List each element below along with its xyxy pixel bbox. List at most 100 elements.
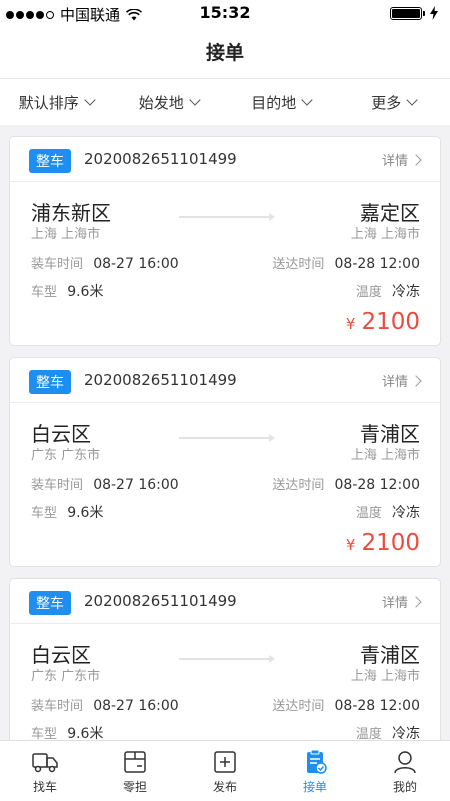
origin-district: 白云区: [31, 418, 91, 447]
filter-destination[interactable]: 目的地: [225, 79, 338, 125]
tab-ltl[interactable]: 零担: [90, 741, 180, 801]
filter-more[interactable]: 更多: [338, 79, 450, 125]
filter-label: 始发地: [139, 92, 184, 113]
vehicle-value: 9.6米: [67, 284, 103, 300]
temperature: 温度 冷冻: [356, 723, 420, 740]
temperature: 温度 冷冻: [356, 281, 420, 301]
chevron-right-icon: [410, 154, 421, 165]
delivery-time-label: 送达时间: [272, 699, 324, 714]
order-type-badge: 整车: [29, 591, 71, 615]
filter-bar: 默认排序 始发地 目的地 更多: [0, 79, 450, 125]
tab-profile[interactable]: 我的: [360, 741, 450, 801]
vehicle-type: 车型 9.6米: [31, 502, 103, 522]
route-arrow-icon: [179, 216, 273, 218]
tab-find-truck[interactable]: 找车: [0, 741, 90, 801]
destination-city: 上海 上海市: [351, 223, 420, 242]
order-card-header: 整车 2020082651101499 详情: [10, 358, 440, 403]
origin-city: 上海 上海市: [31, 223, 100, 242]
vehicle-value: 9.6米: [67, 726, 103, 740]
order-card[interactable]: 整车 2020082651101499 详情 白云区 广东 广东市 青浦区 上海…: [9, 578, 441, 740]
charging-icon: [430, 6, 438, 20]
battery-icon: [390, 7, 422, 20]
order-type-badge: 整车: [29, 370, 71, 394]
load-time: 装车时间 08-27 16:00: [31, 474, 179, 493]
order-number: 2020082651101499: [84, 371, 237, 389]
tab-label: 接单: [303, 778, 327, 795]
detail-label: 详情: [382, 150, 408, 169]
vehicle-label: 车型: [31, 506, 57, 521]
status-bar: 中国联通 15:32: [0, 0, 450, 26]
route-arrow-icon: [179, 437, 273, 439]
order-price: ¥2100: [346, 530, 420, 556]
filter-sort[interactable]: 默认排序: [0, 79, 113, 125]
vehicle-type: 车型 9.6米: [31, 281, 103, 301]
delivery-time: 送达时间 08-28 12:00: [272, 695, 420, 714]
order-number: 2020082651101499: [84, 150, 237, 168]
tab-label: 找车: [33, 778, 57, 795]
detail-link[interactable]: 详情: [382, 371, 420, 390]
tab-accept-orders[interactable]: 接单: [270, 741, 360, 801]
load-time-label: 装车时间: [31, 478, 83, 493]
detail-label: 详情: [382, 371, 408, 390]
destination-city: 上海 上海市: [351, 444, 420, 463]
filter-label: 更多: [371, 92, 401, 113]
load-time-value: 08-27 16:00: [93, 256, 178, 272]
order-card-header: 整车 2020082651101499 详情: [10, 579, 440, 624]
origin-district: 白云区: [31, 639, 91, 668]
load-time: 装车时间 08-27 16:00: [31, 695, 179, 714]
load-time-label: 装车时间: [31, 699, 83, 714]
origin-city: 广东 广东市: [31, 444, 100, 463]
delivery-time-value: 08-28 12:00: [335, 256, 420, 272]
temperature-value: 冷冻: [392, 726, 420, 740]
detail-label: 详情: [382, 592, 408, 611]
delivery-time-label: 送达时间: [272, 478, 324, 493]
tab-label: 我的: [393, 778, 417, 795]
price-amount: 2100: [361, 530, 420, 556]
plus-square-icon: [211, 749, 239, 775]
temperature-value: 冷冻: [392, 505, 420, 521]
order-number: 2020082651101499: [84, 592, 237, 610]
delivery-time-value: 08-28 12:00: [335, 698, 420, 714]
price-amount: 2100: [361, 309, 420, 335]
delivery-time: 送达时间 08-28 12:00: [272, 474, 420, 493]
chevron-down-icon: [84, 94, 95, 105]
load-time-value: 08-27 16:00: [93, 477, 178, 493]
temperature-label: 温度: [356, 506, 382, 521]
order-card-header: 整车 2020082651101499 详情: [10, 137, 440, 182]
destination-city: 上海 上海市: [351, 665, 420, 684]
truck-icon: [31, 749, 59, 775]
vehicle-type: 车型 9.6米: [31, 723, 103, 740]
chevron-right-icon: [410, 375, 421, 386]
currency-symbol: ¥: [346, 536, 356, 554]
clipboard-check-icon: [301, 749, 329, 775]
user-icon: [391, 749, 419, 775]
chevron-down-icon: [302, 94, 313, 105]
vehicle-label: 车型: [31, 727, 57, 740]
destination-district: 青浦区: [360, 639, 420, 668]
order-list[interactable]: 整车 2020082651101499 详情 浦东新区 上海 上海市 嘉定区 上…: [0, 125, 450, 740]
order-type-badge: 整车: [29, 149, 71, 173]
delivery-time: 送达时间 08-28 12:00: [272, 253, 420, 272]
detail-link[interactable]: 详情: [382, 592, 420, 611]
order-card[interactable]: 整车 2020082651101499 详情 白云区 广东 广东市 青浦区 上海…: [9, 357, 441, 567]
page-title: 接单: [0, 38, 450, 65]
load-time: 装车时间 08-27 16:00: [31, 253, 179, 272]
vehicle-label: 车型: [31, 285, 57, 300]
tab-label: 发布: [213, 778, 237, 795]
currency-symbol: ¥: [346, 315, 356, 333]
chevron-down-icon: [189, 94, 200, 105]
navigation-bar: 接单: [0, 26, 450, 79]
origin-district: 浦东新区: [31, 197, 111, 226]
tab-bar: 找车 零担 发布 接单 我的: [0, 740, 450, 801]
load-time-label: 装车时间: [31, 257, 83, 272]
temperature-label: 温度: [356, 285, 382, 300]
order-price: ¥2100: [346, 309, 420, 335]
status-time: 15:32: [0, 3, 450, 22]
detail-link[interactable]: 详情: [382, 150, 420, 169]
load-time-value: 08-27 16:00: [93, 698, 178, 714]
destination-district: 青浦区: [360, 418, 420, 447]
tab-publish[interactable]: 发布: [180, 741, 270, 801]
filter-origin[interactable]: 始发地: [113, 79, 226, 125]
order-card[interactable]: 整车 2020082651101499 详情 浦东新区 上海 上海市 嘉定区 上…: [9, 136, 441, 346]
temperature: 温度 冷冻: [356, 502, 420, 522]
